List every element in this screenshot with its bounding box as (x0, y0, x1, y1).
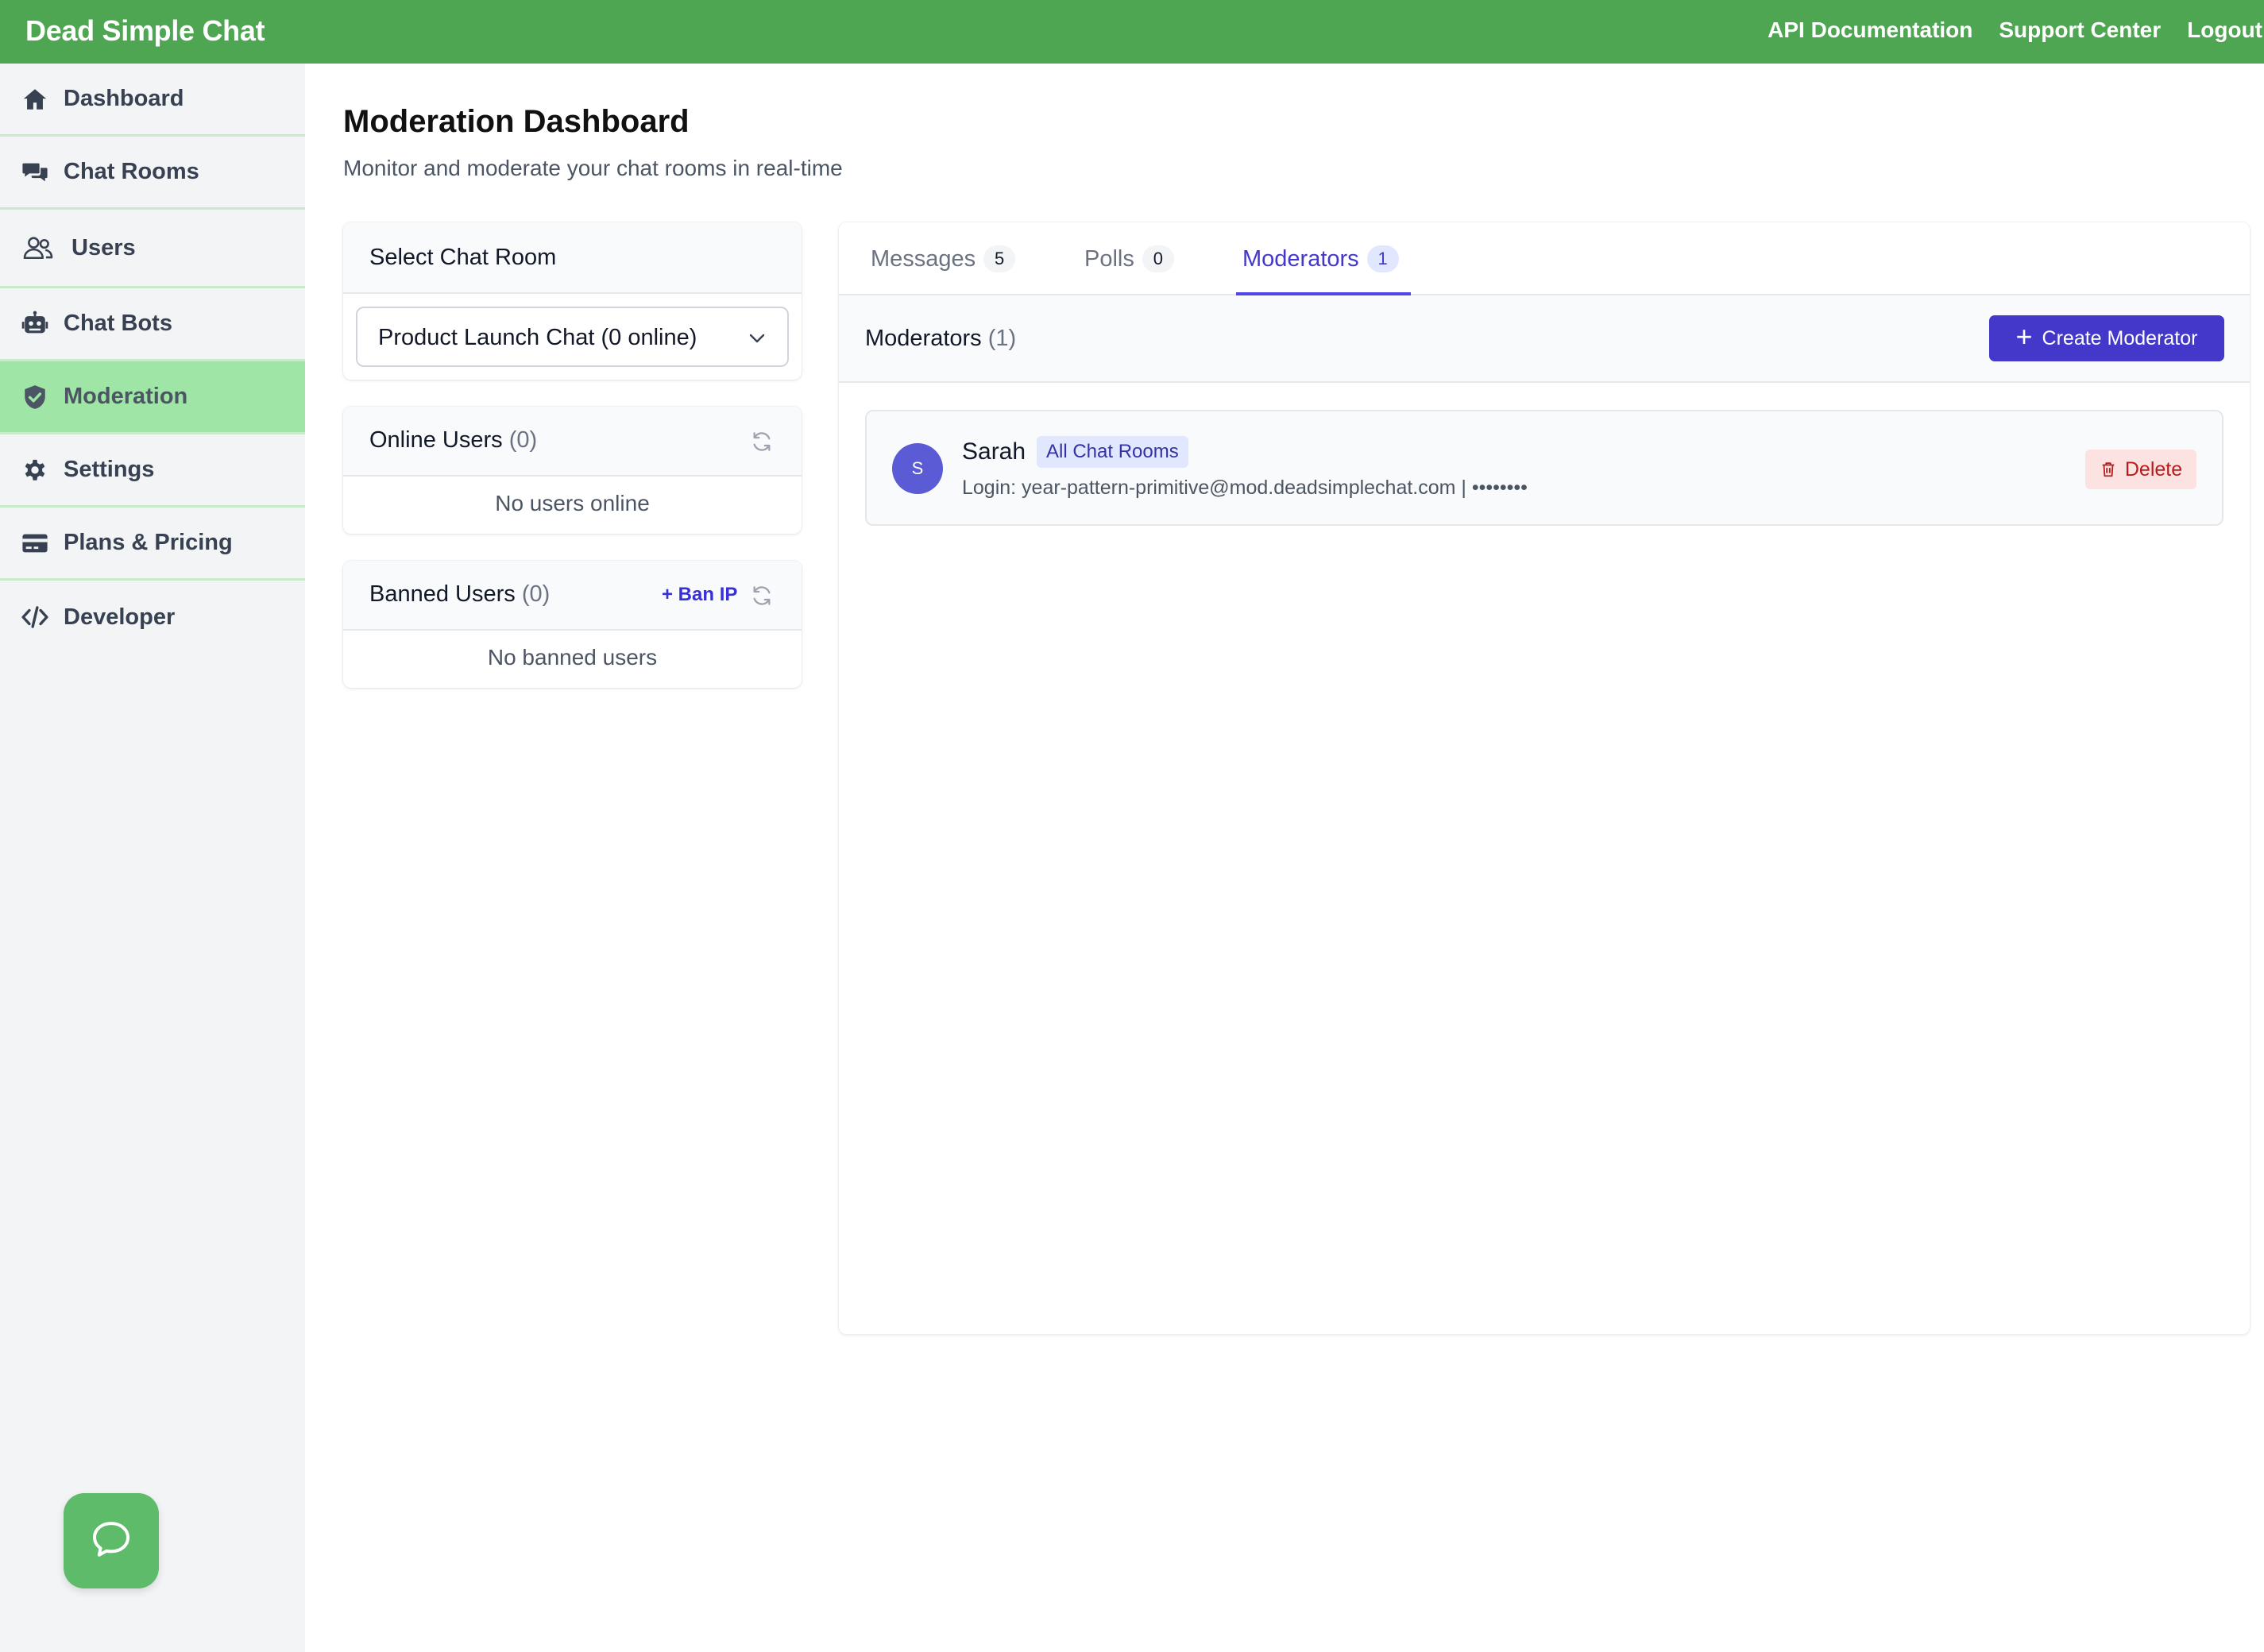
delete-label: Delete (2124, 457, 2183, 481)
online-users-empty: No users online (495, 491, 650, 515)
top-nav: API Documentation Support Center Logout (1768, 17, 2264, 46)
tab-polls[interactable]: Polls 0 (1084, 222, 1174, 295)
api-documentation-link[interactable]: API Documentation (1768, 17, 1972, 46)
banned-users-card: Banned Users (0) + Ban IP No banned user… (343, 561, 802, 688)
banned-users-label: Banned Users (369, 581, 516, 607)
refresh-banned-users-icon[interactable] (750, 584, 774, 608)
sidebar-item-label: Moderation (64, 384, 188, 409)
tab-count-badge: 5 (983, 245, 1016, 272)
sidebar-item-label: Plans & Pricing (64, 530, 233, 555)
card-header: Online Users (0) (343, 407, 802, 477)
banned-users-title: Banned Users (0) (369, 581, 550, 608)
sidebar-item-label: Developer (64, 604, 176, 630)
online-users-count: (0) (508, 427, 538, 453)
chat-rooms-icon (21, 158, 49, 187)
refresh-online-users-icon[interactable] (750, 430, 774, 454)
avatar: S (892, 443, 943, 494)
sidebar-item-developer[interactable]: Developer (0, 581, 305, 654)
tab-count-badge: 1 (1366, 245, 1399, 272)
sidebar: Dashboard Chat Rooms Users Chat Bots Mod… (0, 64, 305, 1652)
sidebar-item-label: Users (71, 234, 136, 261)
plus-icon: + (2015, 320, 2033, 353)
create-moderator-button[interactable]: + Create Moderator (1989, 315, 2224, 361)
sidebar-item-plans-pricing[interactable]: Plans & Pricing (0, 508, 305, 581)
sidebar-item-users[interactable]: Users (0, 210, 305, 288)
moderators-count: (1) (987, 326, 1017, 351)
online-users-card: Online Users (0) No users online (343, 407, 802, 534)
tab-label: Messages (871, 245, 976, 272)
card-header: Banned Users (0) + Ban IP (343, 561, 802, 631)
code-icon (21, 603, 49, 631)
users-icon (21, 234, 56, 262)
tab-label: Moderators (1242, 245, 1359, 272)
sidebar-item-chat-bots[interactable]: Chat Bots (0, 288, 305, 361)
brand-logo-text[interactable]: Dead Simple Chat (25, 14, 265, 48)
online-users-label: Online Users (369, 427, 503, 453)
sidebar-item-chat-rooms[interactable]: Chat Rooms (0, 137, 305, 210)
chat-room-select[interactable]: Product Launch Chat (0 online) (356, 307, 789, 367)
tab-count-badge: 0 (1142, 245, 1174, 272)
moderator-name: Sarah (962, 438, 1026, 465)
online-users-title: Online Users (0) (369, 427, 537, 454)
tab-label: Polls (1084, 245, 1134, 272)
home-icon (21, 85, 49, 114)
moderator-row: S Sarah All Chat Rooms Login: year-patte… (865, 410, 2223, 526)
moderation-panel: Messages 5 Polls 0 Moderators 1 Moderato… (839, 222, 2250, 1334)
select-chat-room-card: Select Chat Room Product Launch Chat (0 … (343, 222, 802, 380)
support-center-link[interactable]: Support Center (1999, 17, 2161, 46)
tab-moderators[interactable]: Moderators 1 (1242, 222, 1399, 295)
moderation-tabs: Messages 5 Polls 0 Moderators 1 (839, 222, 2250, 295)
moderators-label: Moderators (865, 326, 982, 351)
sidebar-item-label: Settings (64, 457, 155, 482)
moderator-login: Login: year-pattern-primitive@mod.deadsi… (962, 477, 1528, 499)
sidebar-item-moderation[interactable]: Moderation (0, 361, 305, 434)
banned-users-empty: No banned users (487, 645, 658, 670)
sidebar-item-dashboard[interactable]: Dashboard (0, 64, 305, 137)
page-title: Moderation Dashboard (343, 104, 690, 139)
moderator-scope-badge: All Chat Rooms (1037, 436, 1188, 468)
sidebar-item-settings[interactable]: Settings (0, 434, 305, 508)
top-bar: Dead Simple Chat API Documentation Suppo… (0, 0, 2264, 64)
chat-room-select-value: Product Launch Chat (0 online) (378, 325, 697, 350)
banned-users-count: (0) (521, 581, 551, 607)
trash-icon (2102, 462, 2115, 477)
robot-icon (21, 310, 49, 338)
select-chat-room-title: Select Chat Room (369, 245, 557, 270)
moderators-title: Moderators (1) (865, 326, 1016, 352)
chat-bubble-icon (89, 1517, 133, 1565)
shield-icon (21, 383, 49, 411)
gear-icon (21, 456, 49, 484)
credit-card-icon (21, 529, 49, 558)
delete-moderator-button[interactable]: Delete (2085, 450, 2196, 489)
page-subtitle: Monitor and moderate your chat rooms in … (343, 156, 843, 180)
tab-messages[interactable]: Messages 5 (871, 222, 1016, 295)
sidebar-item-label: Dashboard (64, 86, 184, 111)
sidebar-item-label: Chat Rooms (64, 159, 199, 184)
card-header: Select Chat Room (343, 222, 802, 294)
ban-ip-button[interactable]: + Ban IP (662, 584, 737, 606)
logout-link[interactable]: Logout (2187, 17, 2262, 46)
help-chat-button[interactable] (64, 1493, 159, 1588)
create-moderator-label: Create Moderator (2042, 326, 2198, 349)
sidebar-item-label: Chat Bots (64, 311, 172, 336)
moderators-header: Moderators (1) + Create Moderator (839, 295, 2250, 383)
chevron-down-icon (748, 329, 767, 348)
